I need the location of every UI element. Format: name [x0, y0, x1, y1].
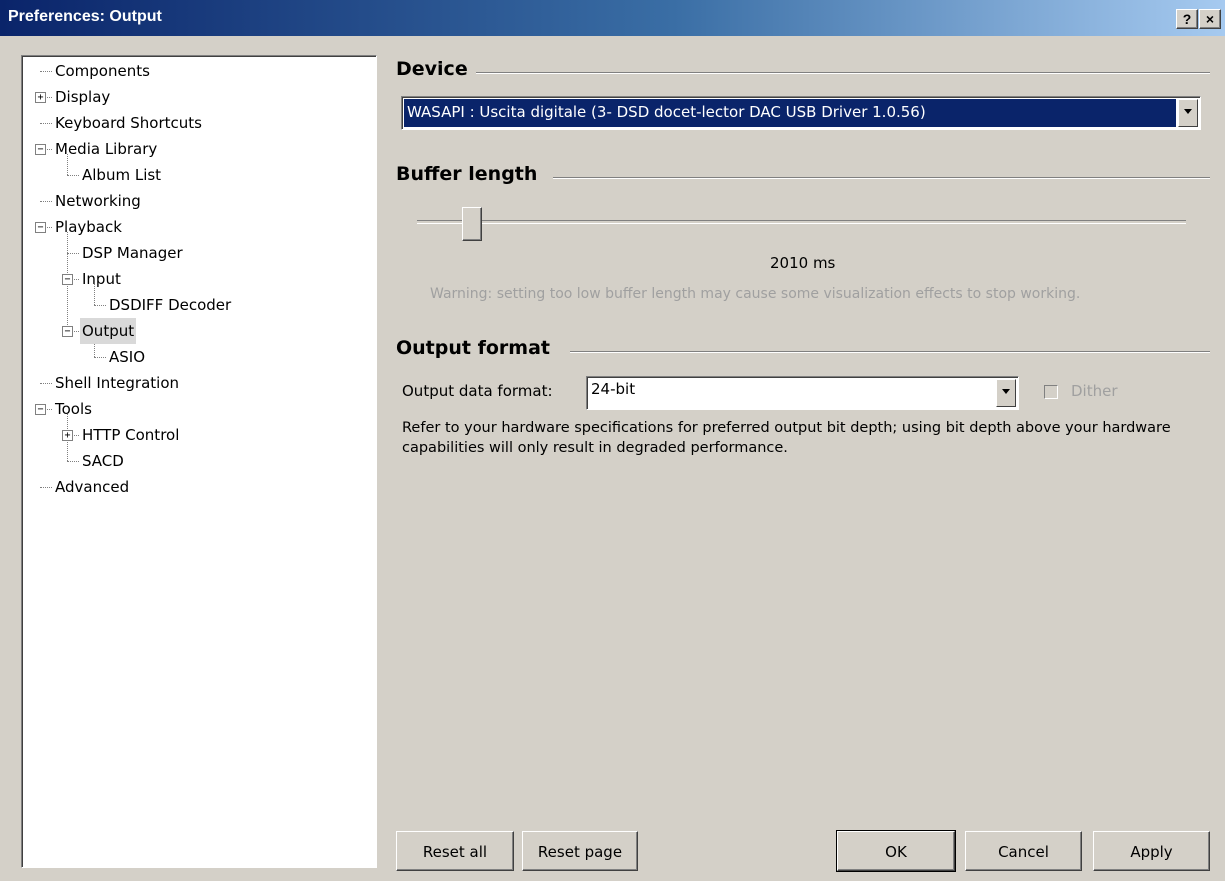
- tree-item-label: Media Library: [55, 140, 158, 158]
- buffer-slider-track[interactable]: [417, 220, 1186, 224]
- tree-branch-line: [40, 487, 52, 488]
- tree-branch-line: [40, 71, 52, 72]
- tree-branch-line: [40, 123, 52, 124]
- tree-branch-line: [67, 253, 79, 254]
- tree-item-playback[interactable]: − Playback: [22, 214, 372, 240]
- tree-branch-line: [40, 201, 52, 202]
- tree-item-shell-integration[interactable]: Shell Integration: [22, 370, 372, 396]
- tree-branch-line: [67, 175, 79, 176]
- reset-all-button[interactable]: Reset all: [396, 831, 514, 871]
- tree-item-label: HTTP Control: [82, 426, 180, 444]
- tree-item-advanced[interactable]: Advanced: [22, 474, 372, 500]
- buffer-heading: Buffer length: [396, 163, 538, 185]
- expand-icon[interactable]: +: [62, 430, 73, 441]
- tree-item-label: DSP Manager: [82, 244, 183, 262]
- ok-button[interactable]: OK: [836, 830, 956, 872]
- buffer-value: 2010 ms: [770, 254, 836, 272]
- device-select[interactable]: WASAPI : Uscita digitale (3- DSD docet-l…: [401, 96, 1201, 130]
- preferences-tree[interactable]: Components + Display Keyboard Shortcuts − Med…: [21, 55, 377, 868]
- tree-item-label: Advanced: [55, 478, 130, 496]
- device-selected-value: WASAPI : Uscita digitale (3- DSD docet-l…: [404, 99, 1176, 127]
- tree-item-label: Components: [55, 62, 150, 80]
- tree-item-http-control[interactable]: + HTTP Control: [22, 422, 372, 448]
- tree-item-album-list[interactable]: Album List: [22, 162, 372, 188]
- tree-item-label: Keyboard Shortcuts: [55, 114, 202, 132]
- window-title: Preferences: Output: [8, 8, 162, 25]
- collapse-icon[interactable]: −: [35, 222, 46, 233]
- tree-branch-line: [94, 305, 106, 306]
- tree-item-label: SACD: [82, 452, 124, 470]
- dither-label: Dither: [1071, 382, 1118, 400]
- device-divider: [476, 72, 1210, 74]
- tree-item-label: Display: [55, 88, 111, 106]
- collapse-icon[interactable]: −: [35, 404, 46, 415]
- output-format-heading: Output format: [396, 337, 550, 359]
- tree-item-networking[interactable]: Networking: [22, 188, 372, 214]
- title-bar[interactable]: Preferences: Output ? ×: [0, 0, 1225, 36]
- collapse-icon[interactable]: −: [35, 144, 46, 155]
- tree-item-label: Output: [80, 318, 137, 344]
- expand-icon[interactable]: +: [35, 92, 46, 103]
- tree-item-label: Playback: [55, 218, 122, 236]
- output-format-divider: [570, 351, 1210, 353]
- tree-item-label: Networking: [55, 192, 141, 210]
- chevron-down-icon[interactable]: [996, 379, 1016, 407]
- tree-item-dsp-manager[interactable]: DSP Manager: [22, 240, 372, 266]
- output-format-note: Refer to your hardware specifications fo…: [402, 420, 1171, 456]
- tree-item-label: Tools: [55, 400, 92, 418]
- help-button[interactable]: ?: [1176, 9, 1198, 29]
- tree-item-label: Shell Integration: [55, 374, 180, 392]
- chevron-down-icon[interactable]: [1178, 99, 1198, 127]
- tree-item-output[interactable]: − Output: [22, 318, 372, 344]
- buffer-warning: Warning: setting too low buffer length m…: [430, 286, 1081, 302]
- tree-branch-line: [40, 383, 52, 384]
- collapse-icon[interactable]: −: [62, 326, 73, 337]
- tree-item-label: Album List: [82, 166, 162, 184]
- buffer-divider: [553, 177, 1210, 179]
- output-format-label: Output data format:: [402, 382, 553, 400]
- apply-button[interactable]: Apply: [1093, 831, 1210, 871]
- close-button[interactable]: ×: [1199, 9, 1221, 29]
- tree-item-dsdiff-decoder[interactable]: DSDIFF Decoder: [22, 292, 372, 318]
- tree-item-keyboard-shortcuts[interactable]: Keyboard Shortcuts: [22, 110, 372, 136]
- tree-branch-line: [67, 461, 79, 462]
- tree-item-label: Input: [82, 270, 121, 288]
- tree-item-components[interactable]: Components: [22, 58, 372, 84]
- collapse-icon[interactable]: −: [62, 274, 73, 285]
- buffer-slider-thumb[interactable]: [461, 207, 482, 241]
- tree-item-display[interactable]: + Display: [22, 84, 372, 110]
- tree-item-label: ASIO: [109, 348, 146, 366]
- tree-item-asio[interactable]: ASIO: [22, 344, 372, 370]
- tree-item-label: DSDIFF Decoder: [109, 296, 232, 314]
- tree-item-sacd[interactable]: SACD: [22, 448, 372, 474]
- tree-item-media-library[interactable]: − Media Library: [22, 136, 372, 162]
- preferences-window: Preferences: Output ? × Components + Displ…: [0, 0, 1225, 881]
- tree-item-tools[interactable]: − Tools: [22, 396, 372, 422]
- tree-item-input[interactable]: − Input: [22, 266, 372, 292]
- tree-branch-line: [94, 357, 106, 358]
- output-format-selected-value: 24-bit: [591, 380, 636, 398]
- reset-page-button[interactable]: Reset page: [522, 831, 638, 871]
- dither-checkbox[interactable]: [1044, 385, 1058, 399]
- cancel-button[interactable]: Cancel: [965, 831, 1082, 871]
- output-format-select[interactable]: 24-bit: [586, 376, 1019, 410]
- device-heading: Device: [396, 58, 468, 80]
